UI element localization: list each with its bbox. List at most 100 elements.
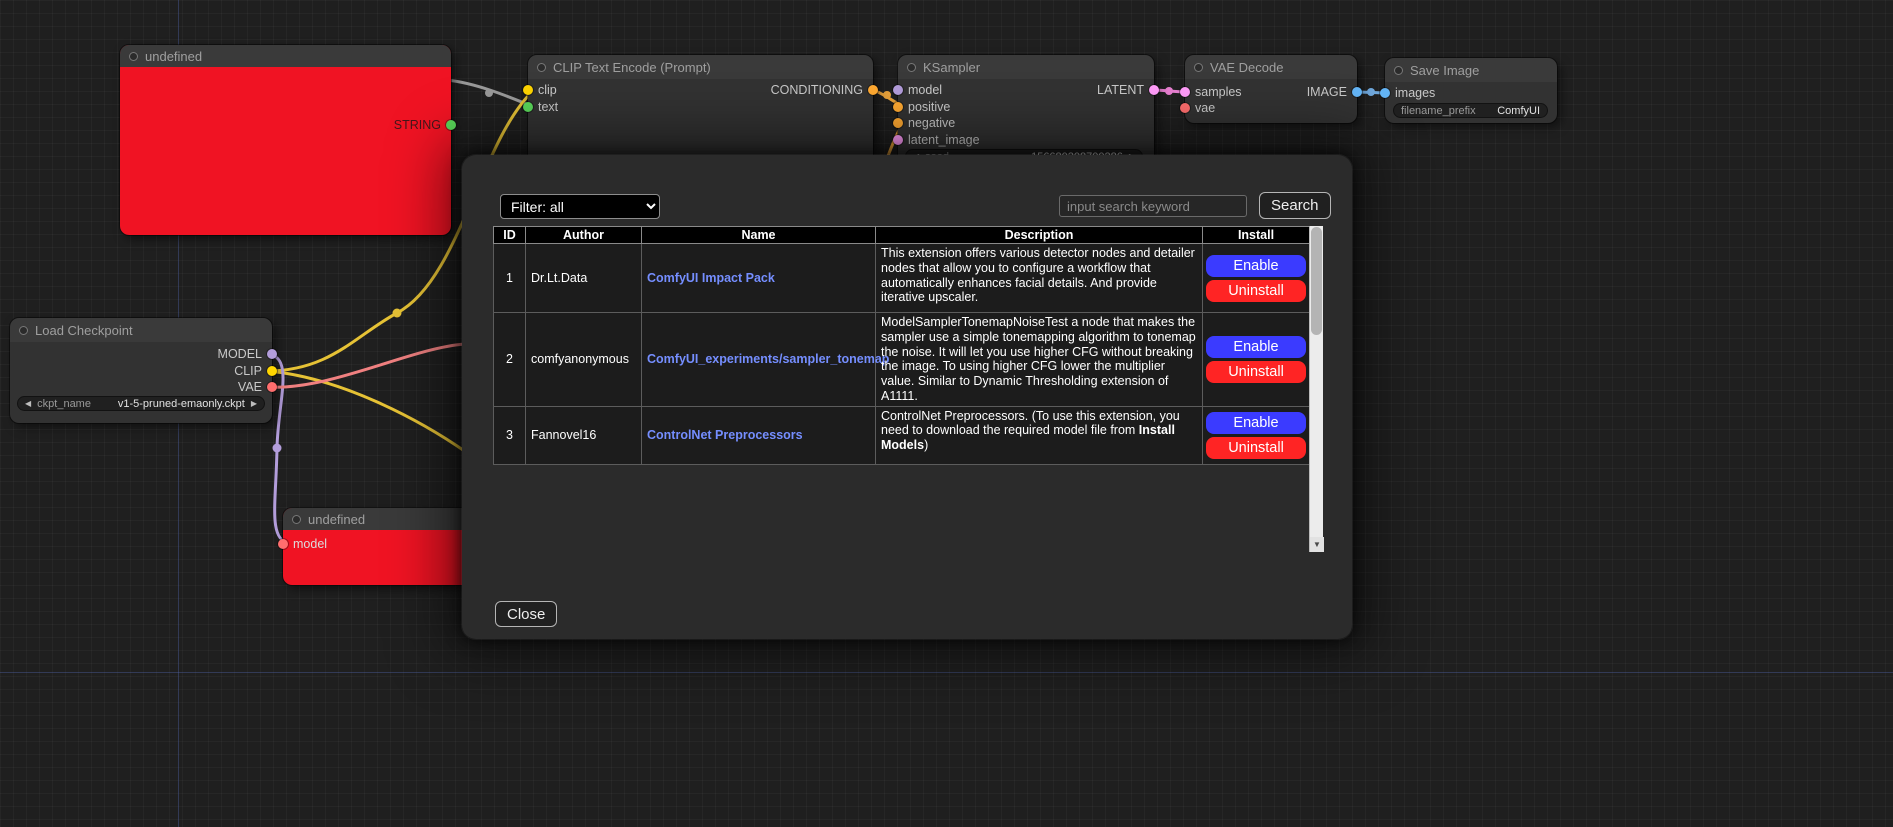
vae-slot-icon[interactable] [1180, 103, 1190, 113]
author-cell: Dr.Lt.Data [526, 244, 642, 313]
image-slot-icon[interactable] [1352, 87, 1362, 97]
id-cell: 1 [494, 244, 526, 313]
conditioning-slot-icon[interactable] [893, 102, 903, 112]
slot-clip-input[interactable]: clip [523, 83, 557, 97]
slot-negative-input[interactable]: negative [893, 116, 955, 130]
extension-link[interactable]: ControlNet Preprocessors [647, 428, 803, 442]
node-vae-decode[interactable]: VAE Decode samples vae IMAGE [1185, 55, 1357, 123]
node-title: KSampler [923, 60, 980, 75]
link-dot [273, 444, 282, 453]
ckpt-name-widget[interactable]: ◀ ckpt_name v1-5-pruned-emaonly.ckpt ▶ [17, 396, 265, 411]
widget-label: ckpt_name [37, 398, 91, 410]
node-header[interactable]: Load Checkpoint [10, 318, 272, 342]
model-slot-icon[interactable] [278, 539, 288, 549]
slot-latent-output[interactable]: LATENT [1097, 83, 1159, 97]
slot-clip-output[interactable]: CLIP [234, 364, 277, 378]
name-cell: ComfyUI_experiments/sampler_tonemap [642, 313, 876, 407]
uninstall-button[interactable]: Uninstall [1206, 361, 1306, 383]
slot-model-input[interactable]: model [278, 537, 327, 551]
collapse-dot-icon[interactable] [19, 326, 28, 335]
conditioning-slot-icon[interactable] [868, 85, 878, 95]
wire-string-to-text [447, 80, 534, 107]
extension-link[interactable]: ComfyUI_experiments/sampler_tonemap [647, 352, 889, 366]
vae-slot-icon[interactable] [267, 382, 277, 392]
custom-nodes-dialog: Filter: all Search ID Author Name Descri… [462, 155, 1352, 639]
description-cell: ModelSamplerTonemapNoiseTest a node that… [876, 313, 1203, 407]
node-header[interactable]: Save Image [1385, 58, 1557, 82]
search-button[interactable]: Search [1259, 192, 1331, 219]
header-author: Author [526, 227, 642, 244]
enable-button[interactable]: Enable [1206, 412, 1306, 434]
filename-prefix-widget[interactable]: filename_prefix ComfyUI [1393, 103, 1548, 118]
clip-slot-icon[interactable] [523, 85, 533, 95]
slot-model-output[interactable]: MODEL [218, 347, 277, 361]
name-cell: ControlNet Preprocessors [642, 406, 876, 464]
enable-button[interactable]: Enable [1206, 336, 1306, 358]
slot-latent-image-input[interactable]: latent_image [893, 133, 980, 147]
node-header[interactable]: undefined [120, 45, 451, 67]
enable-button[interactable]: Enable [1206, 255, 1306, 277]
collapse-dot-icon[interactable] [129, 52, 138, 61]
node-title: CLIP Text Encode (Prompt) [553, 60, 711, 75]
extensions-table-container: ID Author Name Description Install 1 Dr.… [493, 226, 1323, 552]
extension-link[interactable]: ComfyUI Impact Pack [647, 271, 775, 285]
string-slot-icon[interactable] [446, 120, 456, 130]
scrollbar-down-button[interactable]: ▼ [1310, 537, 1324, 552]
slot-samples-input[interactable]: samples [1180, 85, 1242, 99]
collapse-dot-icon[interactable] [292, 515, 301, 524]
latent-slot-icon[interactable] [893, 135, 903, 145]
wire-vae-to-vae-decode [267, 344, 465, 387]
header-install: Install [1203, 227, 1310, 244]
node-undefined-string[interactable]: undefined STRING [120, 45, 451, 235]
latent-slot-icon[interactable] [1149, 85, 1159, 95]
slot-images-input[interactable]: images [1380, 86, 1435, 100]
node-title: Load Checkpoint [35, 323, 133, 338]
collapse-dot-icon[interactable] [907, 63, 916, 72]
close-button[interactable]: Close [495, 601, 557, 627]
slot-positive-input[interactable]: positive [893, 100, 950, 114]
node-load-checkpoint[interactable]: Load Checkpoint MODEL CLIP VAE ◀ ckpt_na… [10, 318, 272, 423]
slot-image-output[interactable]: IMAGE [1307, 85, 1362, 99]
table-row: 1 Dr.Lt.Data ComfyUI Impact Pack This ex… [494, 244, 1310, 313]
install-cell: Enable Uninstall [1203, 313, 1310, 407]
string-slot-icon[interactable] [523, 102, 533, 112]
extensions-table: ID Author Name Description Install 1 Dr.… [493, 226, 1310, 465]
filter-select[interactable]: Filter: all [500, 194, 660, 219]
wire-clip-to-hidden-node [267, 371, 466, 452]
scrollbar-thumb[interactable] [1311, 227, 1322, 335]
author-cell: comfyanonymous [526, 313, 642, 407]
search-input[interactable] [1059, 195, 1247, 217]
clip-slot-icon[interactable] [267, 366, 277, 376]
slot-vae-input[interactable]: vae [1180, 101, 1215, 115]
latent-slot-icon[interactable] [1180, 87, 1190, 97]
table-row: 3 Fannovel16 ControlNet Preprocessors Co… [494, 406, 1310, 464]
decrement-arrow-icon[interactable]: ◀ [25, 400, 31, 408]
slot-model-input[interactable]: model [893, 83, 942, 97]
table-row: 2 comfyanonymous ComfyUI_experiments/sam… [494, 313, 1310, 407]
uninstall-button[interactable]: Uninstall [1206, 437, 1306, 459]
node-header[interactable]: CLIP Text Encode (Prompt) [528, 55, 873, 79]
conditioning-slot-icon[interactable] [893, 118, 903, 128]
graph-canvas[interactable]: undefined STRING CLIP Text Encode (Promp… [0, 0, 1893, 827]
slot-string-output[interactable]: STRING [394, 118, 456, 132]
model-slot-icon[interactable] [893, 85, 903, 95]
node-clip-text-encode[interactable]: CLIP Text Encode (Prompt) clip text COND… [528, 55, 873, 165]
image-slot-icon[interactable] [1380, 88, 1390, 98]
description-cell: ControlNet Preprocessors. (To use this e… [876, 406, 1203, 464]
slot-text-input[interactable]: text [523, 100, 558, 114]
link-dot [393, 309, 402, 318]
node-ksampler[interactable]: KSampler model positive negative latent_… [898, 55, 1154, 170]
collapse-dot-icon[interactable] [1194, 63, 1203, 72]
node-header[interactable]: VAE Decode [1185, 55, 1357, 79]
slot-conditioning-output[interactable]: CONDITIONING [771, 83, 878, 97]
slot-vae-output[interactable]: VAE [238, 380, 277, 394]
uninstall-button[interactable]: Uninstall [1206, 280, 1306, 302]
model-slot-icon[interactable] [267, 349, 277, 359]
node-save-image[interactable]: Save Image images filename_prefix ComfyU… [1385, 58, 1557, 123]
node-header[interactable]: KSampler [898, 55, 1154, 79]
increment-arrow-icon[interactable]: ▶ [251, 400, 257, 408]
author-cell: Fannovel16 [526, 406, 642, 464]
collapse-dot-icon[interactable] [537, 63, 546, 72]
table-scrollbar[interactable]: ▼ [1309, 226, 1323, 552]
collapse-dot-icon[interactable] [1394, 66, 1403, 75]
